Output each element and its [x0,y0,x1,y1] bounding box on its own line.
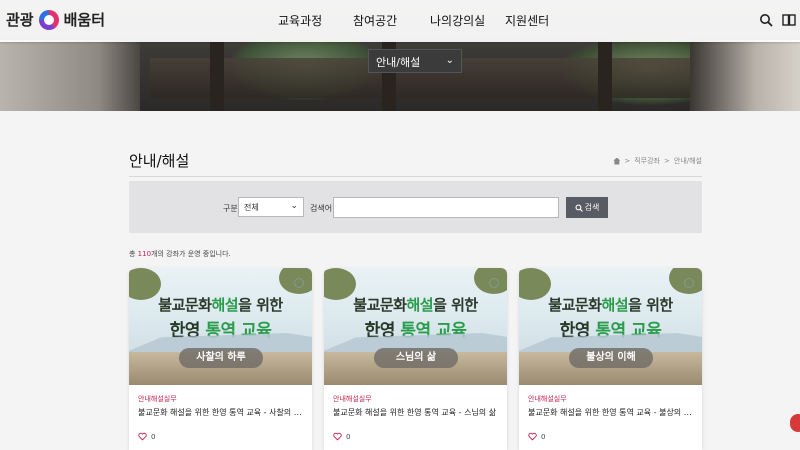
top-navigation-bar: 관광 배움터 교육과정 참여공간 나의강의실 지원센터 [0,0,800,42]
type-select-value: 전체 [244,203,259,212]
nav-item-community[interactable]: 참여공간 [353,12,397,29]
category-dropdown[interactable]: 안내/해설 ⌄ [368,49,462,73]
thumbnail-headline: 불교문화해설을 위한 [129,294,312,315]
home-icon[interactable] [613,157,621,165]
thumbnail-headline: 불교문화해설을 위한 [324,294,507,315]
like-count: 0 [151,432,156,441]
search-button[interactable]: 검색 [566,197,608,218]
page-title: 안내/해설 [129,152,190,170]
keyword-label: 검색어 [310,204,333,213]
thumbnail-badge: 사찰의 하루 [179,348,263,368]
course-card[interactable]: 불교문화해설을 위한 한영 통역 교육 불상의 이해 안내해설실무 불교문화 해… [519,268,702,450]
chevron-down-icon: ⌄ [290,201,298,211]
nav-item-courses[interactable]: 교육과정 [278,12,322,29]
site-logo[interactable]: 관광 배움터 [6,9,105,30]
course-title[interactable]: 불교문화 해설을 위한 한영 통역 교육 - 불상의 이해 [528,407,696,418]
heart-icon[interactable] [138,432,147,441]
breadcrumb-separator: > [624,157,631,165]
search-button-label: 검색 [584,203,600,212]
breadcrumb: > 직무강좌 > 안내/해설 [613,156,702,166]
breadcrumb-separator: > [664,157,670,165]
headline-part: 불교문화 [548,296,602,314]
search-input[interactable] [333,197,559,218]
like-count: 0 [346,432,351,441]
course-category: 안내해설실무 [138,395,177,403]
thumbnail-badge: 스님의 삶 [374,348,458,368]
type-select[interactable]: 전체 ⌄ [238,197,304,217]
like-count: 0 [541,432,546,441]
type-label: 구분 [223,204,238,213]
divider [129,176,702,177]
headline-part: 해설 [406,296,434,314]
course-title[interactable]: 불교문화 해설을 위한 한영 통역 교육 - 스님의 삶 [333,407,501,418]
logo-text-left: 관광 [6,11,34,29]
hero-pillar [210,40,224,111]
nav-item-my-classroom[interactable]: 나의강의실 [430,12,485,29]
hero-wall-right [690,40,800,111]
result-prefix: 총 [129,250,138,258]
course-title[interactable]: 불교문화 해설을 위한 한영 통역 교육 - 사찰의 하루 [138,407,306,418]
book-icon[interactable] [782,13,796,27]
hero-wall-left [0,40,140,111]
result-suffix: 개의 강좌가 운영 중입니다. [151,250,231,258]
breadcrumb-item: 안내/해설 [673,157,702,165]
course-thumbnail[interactable]: 불교문화해설을 위한 한영 통역 교육 사찰의 하루 [129,268,312,385]
course-category: 안내해설실무 [333,395,372,403]
headline-part: 을 위한 [433,296,478,314]
headline-part: 을 위한 [238,296,283,314]
like-area[interactable]: 0 [333,432,350,441]
category-dropdown-value: 안내/해설 [376,56,421,69]
course-category: 안내해설실무 [528,395,567,403]
decorative-circle [294,278,304,288]
breadcrumb-item[interactable]: 직무강좌 [634,156,660,166]
like-area[interactable]: 0 [528,432,545,441]
like-area[interactable]: 0 [138,432,155,441]
decorative-circle [489,278,499,288]
course-thumbnail[interactable]: 불교문화해설을 위한 한영 통역 교육 불상의 이해 [519,268,702,385]
search-icon[interactable] [759,13,773,27]
chevron-down-icon: ⌄ [445,55,454,66]
headline-part: 해설 [211,296,239,314]
logo-mark-icon [38,9,59,30]
decorative-circle [684,278,694,288]
heart-icon[interactable] [528,432,537,441]
hero-pillar [598,40,612,111]
result-count: 110 [137,250,152,258]
headline-part: 을 위한 [628,296,673,314]
headline-part: 불교문화 [353,296,407,314]
search-icon [575,203,583,212]
thumbnail-headline: 불교문화해설을 위한 [519,294,702,315]
headline-part: 불교문화 [158,296,212,314]
heart-icon[interactable] [333,432,342,441]
course-card[interactable]: 불교문화해설을 위한 한영 통역 교육 스님의 삶 안내해설실무 불교문화 해설… [324,268,507,450]
thumbnail-badge: 불상의 이해 [569,348,653,368]
logo-text-right: 배움터 [63,11,106,29]
floating-side-button[interactable] [790,414,800,432]
headline-part: 해설 [601,296,629,314]
course-thumbnail[interactable]: 불교문화해설을 위한 한영 통역 교육 스님의 삶 [324,268,507,385]
result-count-text: 총 110개의 강좌가 운영 중입니다. [129,249,231,259]
nav-item-support[interactable]: 지원센터 [505,12,549,29]
course-card[interactable]: 불교문화해설을 위한 한영 통역 교육 사찰의 하루 안내해설실무 불교문화 해… [129,268,312,450]
